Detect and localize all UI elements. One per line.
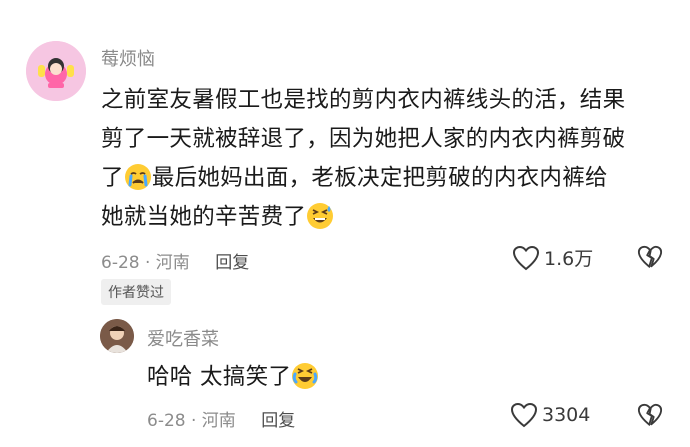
comment-line: 剪了一天就被辞退了，因为她把人家的内衣内裤剪破 xyxy=(101,126,626,152)
crying-emoji xyxy=(124,163,152,191)
comment-meta: 6-28 · 河南 回复 xyxy=(147,406,295,431)
comment-fragment: 了 xyxy=(101,165,124,191)
like-button[interactable]: 3304 xyxy=(510,402,590,428)
comment-fragment: 哈哈 太搞笑了 xyxy=(147,364,292,390)
like-button[interactable]: 1.6万 xyxy=(512,244,593,271)
comment-line: 她就当她的辛苦费了 xyxy=(101,198,681,237)
reply-button[interactable]: 回复 xyxy=(215,253,249,273)
comment-line: 之前室友暑假工也是找的剪内衣内裤线头的活，结果 xyxy=(101,87,626,113)
username[interactable]: 爱吃香菜 xyxy=(147,325,219,351)
dislike-button[interactable] xyxy=(637,402,663,432)
dislike-button[interactable] xyxy=(637,244,663,274)
heart-icon xyxy=(512,245,540,270)
timestamp-location: 6-28 · 河南 xyxy=(101,253,190,273)
reply-button[interactable]: 回复 xyxy=(261,411,295,431)
timestamp-location: 6-28 · 河南 xyxy=(147,411,236,431)
crying-laugh-emoji xyxy=(291,362,319,390)
comment-fragment: 她就当她的辛苦费了 xyxy=(101,204,307,230)
comment-line: 了 最后她妈出面，老板决定把剪破的内衣内裤给 xyxy=(101,159,681,198)
like-count: 3304 xyxy=(542,404,591,426)
broken-heart-icon xyxy=(637,245,663,268)
avatar[interactable] xyxy=(26,41,86,101)
broken-heart-icon xyxy=(637,403,663,426)
avatar[interactable] xyxy=(100,319,134,353)
comment-meta: 6-28 · 河南 回复 xyxy=(101,248,249,273)
author-liked-badge: 作者赞过 xyxy=(101,279,171,305)
heart-icon xyxy=(510,402,538,428)
comment-text: 之前室友暑假工也是找的剪内衣内裤线头的活，结果 剪了一天就被辞退了，因为她把人家… xyxy=(101,81,681,237)
like-count: 1.6万 xyxy=(544,248,594,270)
grin-sweat-emoji xyxy=(306,202,334,230)
comment-fragment: 最后她妈出面，老板决定把剪破的内衣内裤给 xyxy=(151,165,608,191)
username[interactable]: 莓烦恼 xyxy=(101,45,155,71)
comment-text: 哈哈 太搞笑了 xyxy=(147,358,319,397)
